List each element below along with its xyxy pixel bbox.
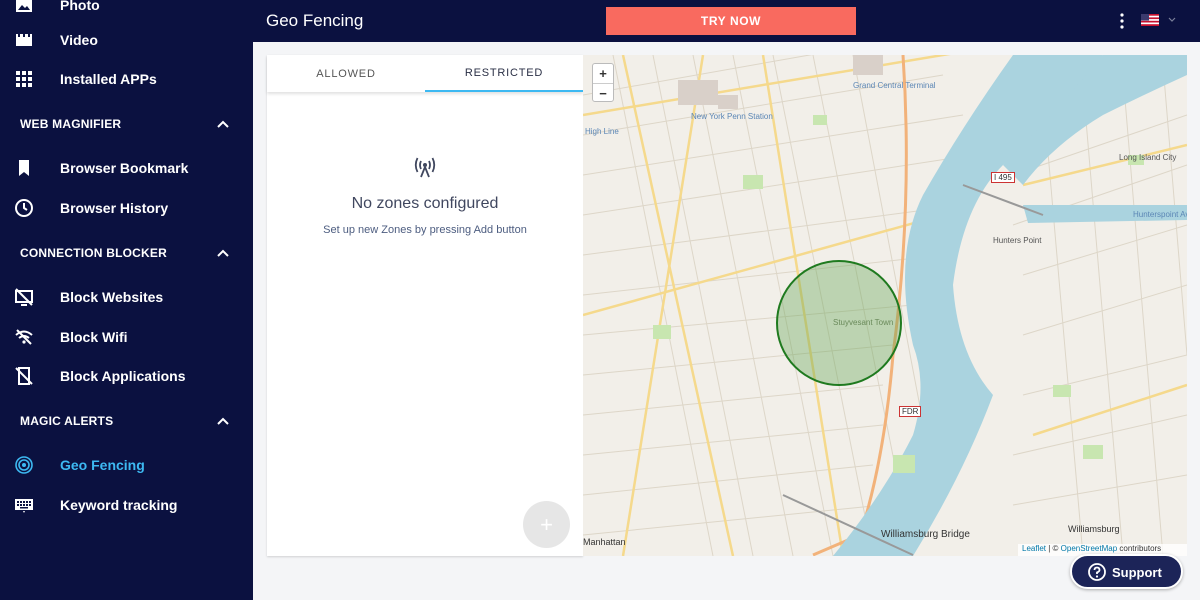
help-circle-icon — [1088, 563, 1106, 581]
sidebar-item-installed-apps[interactable]: Installed APPs — [0, 60, 253, 98]
tower-broadcast-icon — [414, 157, 436, 178]
empty-state-subtitle: Set up new Zones by pressing Add button — [323, 224, 527, 236]
target-icon — [15, 456, 33, 474]
sidebar-item-video[interactable]: Video — [0, 21, 253, 59]
zoom-out-button[interactable]: − — [593, 84, 613, 103]
map-label-manhattan: Manhattan — [583, 537, 626, 547]
image-icon — [16, 0, 32, 12]
sidebar-item-keyword-tracking[interactable]: Keyword tracking — [0, 486, 253, 524]
keyboard-icon — [15, 499, 33, 513]
map-label-williamsburg: Williamsburg — [1068, 524, 1120, 534]
section-magic-alerts[interactable]: MAGIC ALERTS — [0, 406, 253, 436]
monitor-off-icon — [15, 288, 33, 306]
sidebar-item-browser-bookmark[interactable]: Browser Bookmark — [0, 149, 253, 187]
bookmark-icon — [19, 160, 29, 176]
sidebar-item-label: Video — [60, 32, 98, 48]
map-label-hunters-point: Hunters Point — [993, 236, 1042, 245]
zones-panel: ALLOWED RESTRICTED No zones configured S… — [267, 55, 583, 556]
sidebar-item-label: Browser Bookmark — [60, 160, 189, 176]
apps-grid-icon — [16, 71, 32, 87]
sidebar-item-label: Installed APPs — [60, 71, 157, 87]
map-label-grand-central: Grand Central Terminal — [853, 81, 936, 90]
attribution-separator: | © — [1046, 544, 1061, 553]
sidebar-item-browser-history[interactable]: Browser History — [0, 189, 253, 227]
add-zone-button[interactable]: + — [523, 501, 570, 548]
sidebar-item-label: Block Wifi — [60, 329, 128, 345]
more-vert-icon[interactable] — [1119, 13, 1125, 29]
sidebar-item-label: Block Applications — [60, 368, 186, 384]
sidebar-item-label: Browser History — [60, 200, 169, 216]
map-label-i495: I 495 — [991, 172, 1015, 183]
try-now-button[interactable]: TRY NOW — [606, 7, 856, 35]
map[interactable]: Grand Central Terminal New York Penn Sta… — [583, 55, 1187, 556]
section-title: CONNECTION BLOCKER — [20, 246, 167, 260]
empty-state-title: No zones configured — [351, 195, 499, 212]
support-label: Support — [1112, 565, 1162, 580]
sidebar-item-block-applications[interactable]: Block Applications — [0, 357, 253, 395]
sidebar-item-label: Keyword tracking — [60, 497, 178, 513]
zoom-in-button[interactable]: + — [593, 64, 613, 83]
mobile-off-icon — [15, 367, 33, 385]
video-icon — [16, 34, 32, 46]
chevron-up-icon — [217, 120, 229, 128]
map-label-williamsburg-bridge: Williamsburg Bridge — [881, 529, 970, 540]
clock-icon — [15, 199, 33, 217]
wifi-off-icon — [15, 329, 33, 345]
section-title: WEB MAGNIFIER — [20, 117, 122, 131]
support-button[interactable]: Support — [1070, 554, 1183, 589]
page-title: Geo Fencing — [266, 11, 364, 30]
openstreetmap-link[interactable]: OpenStreetMap — [1061, 544, 1117, 553]
zone-tabs: ALLOWED RESTRICTED — [267, 55, 583, 92]
section-connection-blocker[interactable]: CONNECTION BLOCKER — [0, 238, 253, 268]
map-label-fdr: FDR — [899, 406, 922, 417]
map-label-hunterspoint-avenue: Hunterspoint Avenue — [1133, 210, 1187, 219]
sidebar-item-block-websites[interactable]: Block Websites — [0, 278, 253, 316]
map-tiles — [583, 55, 1187, 556]
map-label-stuyvesant-town: Stuyvesant Town — [833, 318, 894, 327]
map-label-penn-station: New York Penn Station — [691, 112, 773, 121]
sidebar-item-block-wifi[interactable]: Block Wifi — [0, 318, 253, 356]
top-bar: Geo Fencing TRY NOW — [253, 0, 1200, 42]
chevron-down-icon[interactable] — [1168, 17, 1176, 23]
chevron-up-icon — [217, 417, 229, 425]
us-flag-icon[interactable] — [1141, 14, 1159, 26]
map-label-high-line: High Line — [585, 127, 619, 136]
chevron-up-icon — [217, 249, 229, 257]
sidebar: Photo Video Installed APPs WEB MAGNIFIER… — [0, 0, 253, 600]
section-web-magnifier[interactable]: WEB MAGNIFIER — [0, 109, 253, 139]
tab-restricted[interactable]: RESTRICTED — [425, 55, 583, 92]
leaflet-link[interactable]: Leaflet — [1022, 544, 1046, 553]
map-label-long-island-city: Long Island City — [1119, 153, 1177, 162]
sidebar-item-label: Geo Fencing — [60, 457, 145, 473]
sidebar-item-label: Block Websites — [60, 289, 164, 305]
sidebar-item-label: Photo — [60, 0, 100, 13]
sidebar-item-geo-fencing[interactable]: Geo Fencing — [0, 446, 253, 484]
zoom-control: + − — [592, 63, 614, 102]
attribution-tail: contributors — [1117, 544, 1162, 553]
section-title: MAGIC ALERTS — [20, 414, 114, 428]
tab-allowed[interactable]: ALLOWED — [267, 55, 425, 92]
